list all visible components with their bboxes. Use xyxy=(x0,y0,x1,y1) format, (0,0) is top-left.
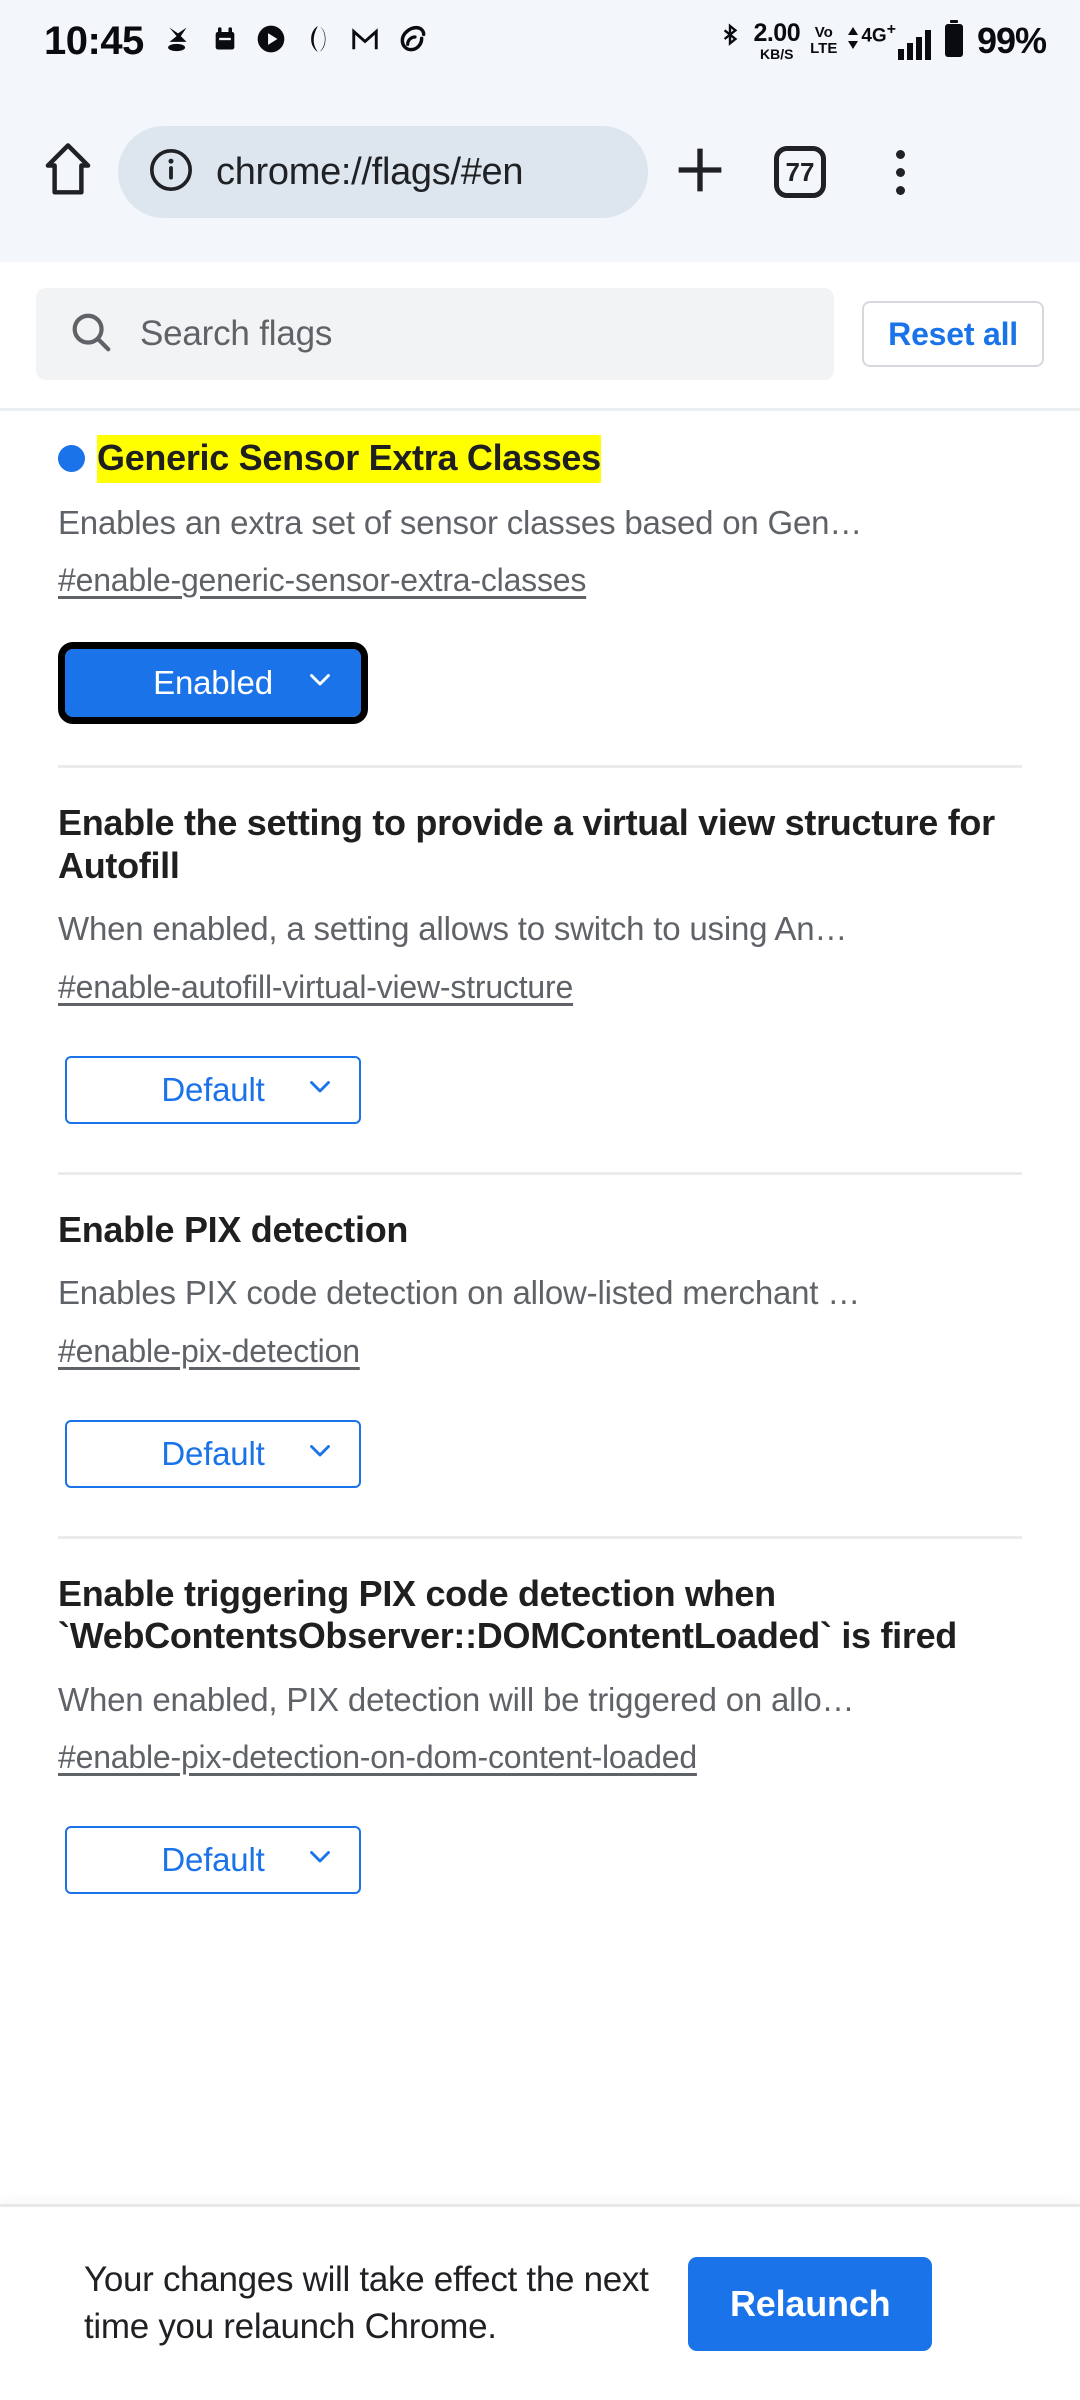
contact-silhouette-icon xyxy=(161,22,195,61)
flag-title-row: Generic Sensor Extra Classes xyxy=(58,437,1022,480)
volte-label-top: Vo xyxy=(814,24,833,42)
flag-id-link[interactable]: #enable-autofill-virtual-view-structure xyxy=(58,969,573,1006)
flag-modified-dot-icon xyxy=(58,444,85,472)
battery-icon xyxy=(941,19,967,64)
status-bar-right: 2.00 KB/S Vo LTE 4G+ 99% xyxy=(717,19,1047,64)
flag-entry: Enable PIX detection Enables PIX code de… xyxy=(0,1175,1080,1536)
flag-title-row: Enable triggering PIX code detection whe… xyxy=(58,1573,1022,1658)
flag-entry: Generic Sensor Extra Classes Enables an … xyxy=(0,411,1080,765)
tab-count-badge: 77 xyxy=(774,146,826,198)
relaunch-button[interactable]: Relaunch xyxy=(688,2256,933,2351)
calendar-icon xyxy=(211,25,239,58)
flag-title-row: Enable PIX detection xyxy=(58,1209,1022,1251)
flag-state-value: Default xyxy=(161,1841,265,1879)
status-clock: 10:45 xyxy=(44,19,144,63)
flag-select-row: Default xyxy=(58,1419,1022,1536)
flag-id-row: #enable-autofill-virtual-view-structure xyxy=(58,969,1022,1006)
status-bar-left: 10:45 xyxy=(44,21,429,61)
battery-percentage: 99% xyxy=(976,20,1047,61)
flags-list: Generic Sensor Extra Classes Enables an … xyxy=(0,411,1080,1943)
flag-state-select[interactable]: Default xyxy=(65,1826,361,1895)
flags-scroll-area[interactable]: Generic Sensor Extra Classes Enables an … xyxy=(0,411,1080,2353)
flag-id-row: #enable-pix-detection-on-dom-content-loa… xyxy=(58,1739,1022,1776)
relaunch-message: Your changes will take effect the next t… xyxy=(84,2260,649,2346)
data-transfer-arrows-icon xyxy=(847,26,859,49)
kebab-menu-icon xyxy=(895,149,905,195)
flag-select-row: Default xyxy=(58,1826,1022,1942)
network-speed-unit: KB/S xyxy=(760,46,794,62)
network-generation-label: 4G+ xyxy=(861,21,896,47)
bluetooth-icon xyxy=(717,21,743,62)
flag-state-value: Default xyxy=(161,1434,265,1472)
flag-state-value: Enabled xyxy=(153,664,273,702)
flag-id-link[interactable]: #enable-pix-detection xyxy=(58,1333,360,1370)
flag-id-row: #enable-pix-detection xyxy=(58,1333,1022,1370)
flag-title: Enable triggering PIX code detection whe… xyxy=(58,1572,957,1657)
flag-title: Enable the setting to provide a virtual … xyxy=(58,802,995,886)
flag-title: Enable PIX detection xyxy=(58,1208,409,1250)
gmail-icon xyxy=(349,24,381,59)
flag-id-row: #enable-generic-sensor-extra-classes xyxy=(58,562,1022,599)
flag-description: Enables PIX code detection on allow-list… xyxy=(58,1274,861,1312)
flag-title-row: Enable the setting to provide a virtual … xyxy=(58,802,1022,887)
url-text: chrome://flags/#en xyxy=(216,150,524,193)
flag-select-row: Enabled xyxy=(58,642,1022,765)
search-icon xyxy=(68,309,114,360)
flag-id-link[interactable]: #enable-generic-sensor-extra-classes xyxy=(58,562,586,599)
nothing-icon xyxy=(397,23,429,60)
flag-description: Enables an extra set of sensor classes b… xyxy=(58,504,863,542)
status-bar: 10:45 2.00 KB/S Vo LTE 4G+ 99% xyxy=(0,0,1080,82)
relaunch-bar: Your changes will take effect the next t… xyxy=(0,2204,1080,2400)
flag-entry: Enable the setting to provide a virtual … xyxy=(0,768,1080,1172)
signal-indicator: 4G+ xyxy=(847,21,931,60)
chevron-down-icon xyxy=(303,662,337,704)
notification-icons xyxy=(161,22,429,61)
flag-entry: Enable triggering PIX code detection whe… xyxy=(0,1539,1080,1943)
search-flags-field[interactable]: Search flags xyxy=(36,288,835,380)
home-icon xyxy=(41,141,95,204)
flag-id-link[interactable]: #enable-pix-detection-on-dom-content-loa… xyxy=(58,1739,697,1776)
search-input-placeholder[interactable]: Search flags xyxy=(140,314,332,354)
flag-state-select[interactable]: Enabled xyxy=(58,642,368,725)
opera-icon xyxy=(303,23,333,60)
home-button[interactable] xyxy=(22,126,114,218)
chevron-down-icon xyxy=(303,1839,337,1881)
browser-menu-button[interactable] xyxy=(852,124,948,220)
chevron-down-icon xyxy=(303,1433,337,1475)
signal-bars-icon xyxy=(897,29,931,60)
plus-icon xyxy=(672,142,728,203)
tab-switcher-button[interactable]: 77 xyxy=(752,124,848,220)
network-speed-indicator: 2.00 KB/S xyxy=(753,19,801,62)
reset-all-button[interactable]: Reset all xyxy=(862,301,1044,367)
volte-label-bottom: LTE xyxy=(810,40,838,57)
flag-state-select[interactable]: Default xyxy=(65,1419,361,1488)
volte-indicator: Vo LTE xyxy=(810,25,837,57)
flags-search-row: Search flags Reset all xyxy=(0,262,1080,411)
play-circle-icon xyxy=(255,23,287,60)
flag-description: When enabled, a setting allows to switch… xyxy=(58,910,848,947)
flag-state-value: Default xyxy=(161,1070,265,1108)
new-tab-button[interactable] xyxy=(652,124,748,220)
browser-toolbar: chrome://flags/#en 77 xyxy=(0,82,1080,262)
flag-state-select[interactable]: Default xyxy=(65,1055,361,1124)
flag-select-row: Default xyxy=(58,1055,1022,1172)
info-circle-icon[interactable] xyxy=(148,147,194,198)
network-speed-value: 2.00 xyxy=(753,19,801,47)
flag-title: Generic Sensor Extra Classes xyxy=(97,437,601,480)
chevron-down-icon xyxy=(303,1069,337,1111)
flag-description: When enabled, PIX detection will be trig… xyxy=(58,1680,855,1718)
url-bar[interactable]: chrome://flags/#en xyxy=(118,126,648,218)
